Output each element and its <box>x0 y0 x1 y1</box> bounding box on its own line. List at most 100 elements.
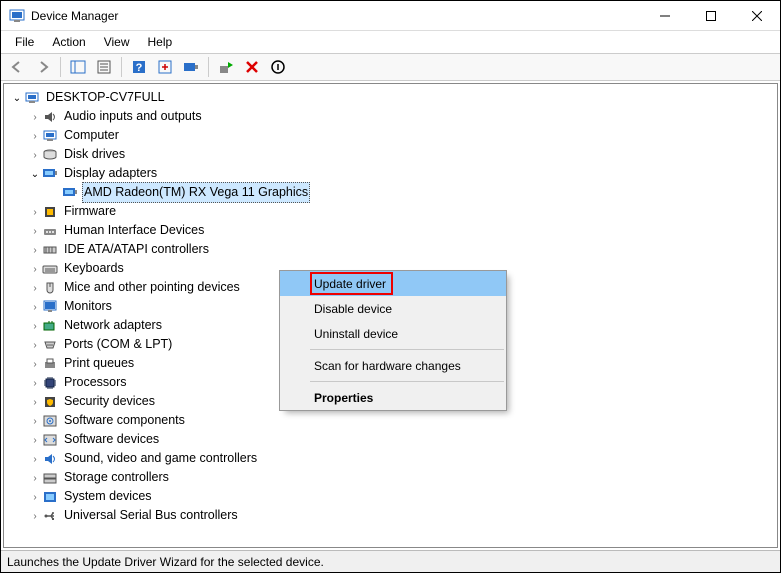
context-menu: Update driver Disable device Uninstall d… <box>279 270 507 411</box>
category-label: Mice and other pointing devices <box>62 278 242 297</box>
maximize-button[interactable] <box>688 1 734 30</box>
category-icon <box>42 337 58 353</box>
minimize-button[interactable] <box>642 1 688 30</box>
tree-category[interactable]: › Software components <box>10 411 777 430</box>
chevron-right-icon[interactable]: › <box>28 107 42 127</box>
context-item[interactable]: Disable device <box>280 296 506 321</box>
menu-help[interactable]: Help <box>140 33 181 51</box>
tree-category[interactable]: › Software devices <box>10 430 777 449</box>
chevron-right-icon[interactable]: › <box>28 278 42 298</box>
show-hide-button[interactable] <box>66 56 90 78</box>
context-item-label: Uninstall device <box>314 327 398 341</box>
tree-root[interactable]: ⌄ DESKTOP-CV7FULL <box>10 88 777 107</box>
action-button[interactable] <box>153 56 177 78</box>
tree-category[interactable]: › Audio inputs and outputs <box>10 107 777 126</box>
back-button[interactable] <box>5 56 29 78</box>
category-label: Software devices <box>62 430 161 449</box>
category-icon <box>42 242 58 258</box>
properties-button[interactable] <box>92 56 116 78</box>
category-icon <box>42 470 58 486</box>
tree-category[interactable]: › Sound, video and game controllers <box>10 449 777 468</box>
tree-category[interactable]: › Human Interface Devices <box>10 221 777 240</box>
category-label: Universal Serial Bus controllers <box>62 506 240 525</box>
chevron-right-icon[interactable]: › <box>28 354 42 374</box>
help-button[interactable]: ? <box>127 56 151 78</box>
category-icon <box>42 147 58 163</box>
chevron-right-icon[interactable]: › <box>28 126 42 146</box>
category-label: Display adapters <box>62 164 159 183</box>
category-icon <box>42 261 58 277</box>
forward-button[interactable] <box>31 56 55 78</box>
context-item[interactable]: Uninstall device <box>280 321 506 346</box>
tree-category[interactable]: › System devices <box>10 487 777 506</box>
category-icon <box>42 299 58 315</box>
context-item-label: Disable device <box>314 302 392 316</box>
category-icon <box>42 394 58 410</box>
chevron-right-icon[interactable]: › <box>28 202 42 222</box>
category-label: Monitors <box>62 297 114 316</box>
chevron-right-icon[interactable]: › <box>28 221 42 241</box>
scan-hardware-button[interactable] <box>179 56 203 78</box>
context-divider <box>310 349 504 350</box>
category-label: Sound, video and game controllers <box>62 449 259 468</box>
category-label: Firmware <box>62 202 118 221</box>
category-label: Network adapters <box>62 316 164 335</box>
tree-category[interactable]: › Disk drives <box>10 145 777 164</box>
chevron-right-icon[interactable]: › <box>28 316 42 336</box>
chevron-right-icon[interactable]: › <box>28 506 42 526</box>
tree-root-label: DESKTOP-CV7FULL <box>44 88 167 107</box>
category-label: Ports (COM & LPT) <box>62 335 174 354</box>
chevron-right-icon[interactable]: › <box>28 240 42 260</box>
chevron-down-icon[interactable]: ⌄ <box>10 88 24 108</box>
status-bar: Launches the Update Driver Wizard for th… <box>1 550 780 572</box>
category-label: Human Interface Devices <box>62 221 206 240</box>
menu-view[interactable]: View <box>96 33 138 51</box>
computer-icon <box>24 90 40 106</box>
category-label: Computer <box>62 126 121 145</box>
category-label: IDE ATA/ATAPI controllers <box>62 240 211 259</box>
tree-category[interactable]: ⌄ Display adapters <box>10 164 777 183</box>
tree-category[interactable]: › Storage controllers <box>10 468 777 487</box>
device-label: AMD Radeon(TM) RX Vega 11 Graphics <box>82 182 310 203</box>
update-driver-button[interactable] <box>214 56 238 78</box>
status-text: Launches the Update Driver Wizard for th… <box>7 555 324 569</box>
chevron-right-icon[interactable]: › <box>28 373 42 393</box>
category-label: Keyboards <box>62 259 126 278</box>
category-icon <box>42 223 58 239</box>
svg-text:?: ? <box>136 62 143 74</box>
menu-file[interactable]: File <box>7 33 42 51</box>
tree-device[interactable]: AMD Radeon(TM) RX Vega 11 Graphics <box>10 183 777 202</box>
chevron-right-icon[interactable]: › <box>28 145 42 165</box>
menu-action[interactable]: Action <box>44 33 93 51</box>
context-item[interactable]: Properties <box>280 385 506 410</box>
category-icon <box>42 204 58 220</box>
content-area: ⌄ DESKTOP-CV7FULL› Audio inputs and outp… <box>3 83 778 548</box>
chevron-right-icon[interactable]: › <box>28 297 42 317</box>
context-item[interactable]: Update driver <box>280 271 506 296</box>
category-label: Print queues <box>62 354 136 373</box>
chevron-down-icon[interactable]: ⌄ <box>28 164 42 184</box>
tree-category[interactable]: › Universal Serial Bus controllers <box>10 506 777 525</box>
uninstall-device-button[interactable] <box>240 56 264 78</box>
chevron-right-icon[interactable]: › <box>28 430 42 450</box>
chevron-right-icon[interactable]: › <box>28 468 42 488</box>
category-label: Disk drives <box>62 145 127 164</box>
window-controls <box>642 1 780 30</box>
category-icon <box>42 280 58 296</box>
chevron-right-icon[interactable]: › <box>28 449 42 469</box>
chevron-right-icon[interactable]: › <box>28 487 42 507</box>
chevron-right-icon[interactable]: › <box>28 335 42 355</box>
disable-device-button[interactable] <box>266 56 290 78</box>
tree-category[interactable]: › IDE ATA/ATAPI controllers <box>10 240 777 259</box>
category-icon <box>42 508 58 524</box>
toolbar: ? <box>1 53 780 81</box>
context-item[interactable]: Scan for hardware changes <box>280 353 506 378</box>
chevron-right-icon[interactable]: › <box>28 259 42 279</box>
close-button[interactable] <box>734 1 780 30</box>
chevron-right-icon[interactable]: › <box>28 411 42 431</box>
tree-category[interactable]: › Computer <box>10 126 777 145</box>
tree-category[interactable]: › Firmware <box>10 202 777 221</box>
category-icon <box>42 413 58 429</box>
chevron-right-icon[interactable]: › <box>28 392 42 412</box>
device-icon <box>62 185 78 201</box>
